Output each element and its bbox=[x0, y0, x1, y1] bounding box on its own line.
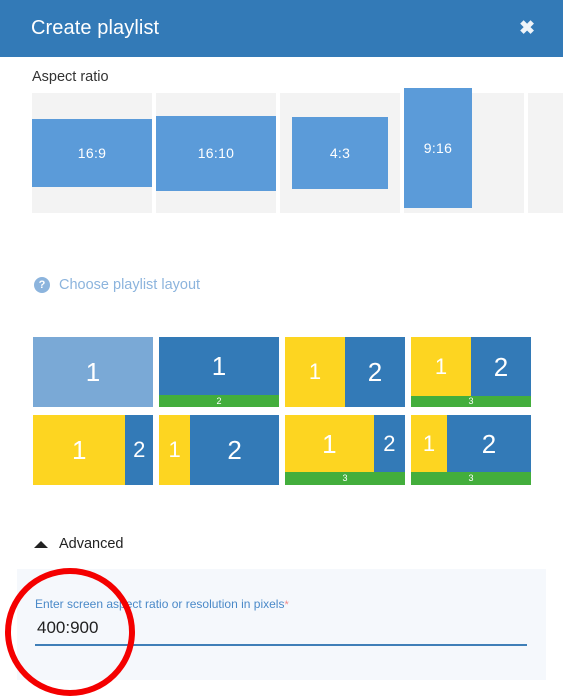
layout-zone: 2 bbox=[471, 337, 531, 396]
aspect-ratio-option-16-9[interactable]: 16:9 bbox=[32, 93, 152, 213]
screen-aspect-ratio-label-text: Enter screen aspect ratio or resolution … bbox=[35, 597, 285, 611]
layout-option-1[interactable]: 1 bbox=[33, 337, 153, 407]
layout-option-3[interactable]: 1 2 bbox=[285, 337, 405, 407]
layout-zone: 1 bbox=[285, 415, 374, 472]
layout-bar-zone: 3 bbox=[411, 396, 531, 407]
layout-option-7[interactable]: 1 2 3 bbox=[285, 415, 405, 485]
dialog-title: Create playlist bbox=[31, 17, 160, 39]
aspect-ratio-section-label: Aspect ratio bbox=[32, 69, 109, 85]
layout-zones: 1 2 bbox=[159, 415, 279, 485]
layout-zones: 1 2 bbox=[285, 415, 405, 472]
playlist-layout-grid: 1 1 2 1 2 1 2 3 1 2 1 2 1 2 3 1 2 3 bbox=[33, 337, 533, 485]
advanced-toggle-label: Advanced bbox=[59, 536, 124, 552]
choose-playlist-layout-link[interactable]: ? Choose playlist layout bbox=[34, 277, 200, 293]
layout-option-2[interactable]: 1 2 bbox=[159, 337, 279, 407]
layout-zones: 1 bbox=[159, 337, 279, 395]
aspect-ratio-preview: 16:9 bbox=[32, 119, 152, 187]
layout-zones: 1 bbox=[33, 337, 153, 407]
aspect-ratio-option-16-10[interactable]: 16:10 bbox=[156, 93, 276, 213]
aspect-ratio-option-9-16[interactable]: 9:16 bbox=[404, 88, 524, 213]
aspect-ratio-preview: 16:10 bbox=[156, 115, 276, 191]
layout-zone: 1 bbox=[411, 337, 471, 396]
layout-zone: 2 bbox=[447, 415, 531, 472]
dialog-body: Aspect ratio 16:9 16:10 4:3 9:16 ? Choos… bbox=[0, 57, 563, 699]
advanced-toggle[interactable]: Advanced bbox=[34, 536, 124, 552]
layout-zone: 2 bbox=[345, 337, 405, 407]
layout-zone: 1 bbox=[33, 415, 126, 485]
aspect-ratio-options: 16:9 16:10 4:3 9:16 bbox=[32, 88, 563, 213]
aspect-ratio-option-4-3[interactable]: 4:3 bbox=[280, 93, 400, 213]
layout-bar-zone: 3 bbox=[411, 472, 531, 485]
close-icon[interactable]: ✖ bbox=[513, 17, 541, 40]
question-mark-circle-icon: ? bbox=[34, 277, 50, 293]
screen-aspect-ratio-input[interactable] bbox=[35, 616, 527, 646]
layout-zone: 2 bbox=[190, 415, 279, 485]
dialog-header: Create playlist ✖ bbox=[0, 0, 563, 57]
layout-zone: 1 bbox=[33, 337, 153, 407]
layout-zones: 1 2 bbox=[411, 337, 531, 396]
layout-zones: 1 2 bbox=[33, 415, 153, 485]
required-marker: * bbox=[284, 599, 289, 611]
layout-zones: 1 2 bbox=[411, 415, 531, 472]
layout-zones: 1 2 bbox=[285, 337, 405, 407]
create-playlist-dialog: Create playlist ✖ Aspect ratio 16:9 16:1… bbox=[0, 0, 563, 699]
layout-zone: 1 bbox=[285, 337, 345, 407]
layout-zone: 2 bbox=[373, 415, 405, 472]
aspect-ratio-preview: 9:16 bbox=[404, 88, 472, 208]
layout-zone: 1 bbox=[159, 415, 191, 485]
aspect-ratio-option-empty[interactable] bbox=[528, 93, 563, 213]
layout-bar-zone: 2 bbox=[159, 395, 279, 407]
layout-zone: 2 bbox=[125, 415, 153, 485]
screen-aspect-ratio-label: Enter screen aspect ratio or resolution … bbox=[35, 597, 289, 611]
layout-zone: 1 bbox=[159, 337, 279, 395]
aspect-ratio-preview: 4:3 bbox=[292, 117, 388, 189]
chevron-up-icon bbox=[34, 540, 48, 548]
layout-bar-zone: 3 bbox=[285, 472, 405, 485]
advanced-panel: Enter screen aspect ratio or resolution … bbox=[17, 569, 546, 680]
choose-playlist-layout-label: Choose playlist layout bbox=[59, 277, 201, 293]
layout-option-4[interactable]: 1 2 3 bbox=[411, 337, 531, 407]
layout-option-6[interactable]: 1 2 bbox=[159, 415, 279, 485]
layout-option-5[interactable]: 1 2 bbox=[33, 415, 153, 485]
layout-zone: 1 bbox=[411, 415, 447, 472]
layout-option-8[interactable]: 1 2 3 bbox=[411, 415, 531, 485]
